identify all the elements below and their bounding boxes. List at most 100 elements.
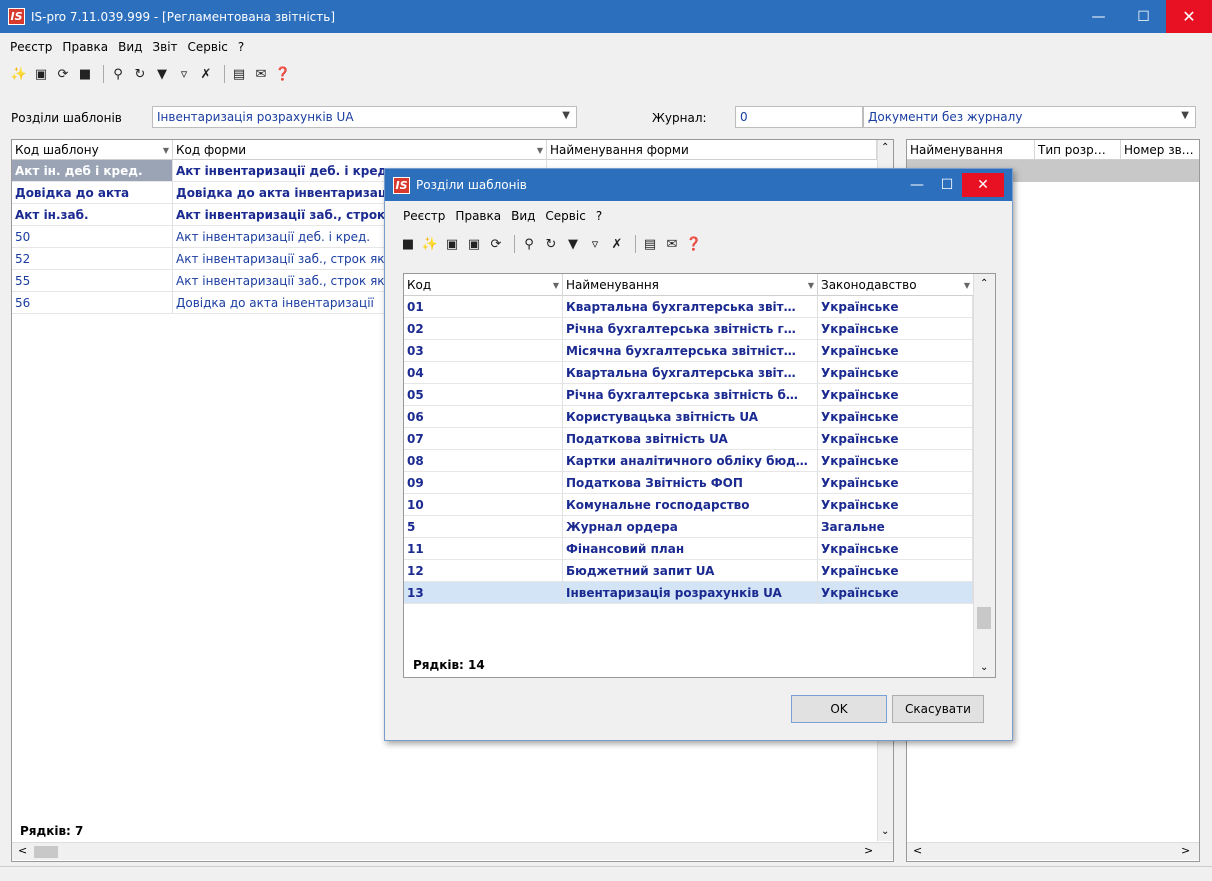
menu-view[interactable]: Вид — [118, 40, 142, 54]
col-form-name[interactable]: Найменування форми — [547, 140, 877, 160]
help-icon[interactable]: ❓ — [274, 65, 292, 83]
chevron-down-icon: ▼ — [1181, 110, 1189, 121]
templates-grid-header: Код шаблону ▼ Код форми ▼ Найменування фор… — [12, 140, 893, 160]
sections-combo[interactable]: Інвентаризація розрахунків UA ▼ — [152, 106, 577, 128]
menu-help[interactable]: ? — [238, 40, 244, 54]
dialog-maximize-button[interactable]: ☐ — [932, 173, 962, 197]
dialog-menu-help[interactable]: ? — [596, 209, 602, 223]
rows-count: Рядків: 7 — [20, 824, 84, 838]
scroll-thumb[interactable] — [34, 846, 58, 858]
sort-icon: ▼ — [162, 145, 169, 155]
dialog-menu-service[interactable]: Сервіс — [545, 209, 585, 223]
scroll-thumb[interactable] — [977, 607, 991, 629]
col-legislation[interactable]: Законодавство ▼ — [818, 274, 974, 296]
filter-icon[interactable]: ▼ — [153, 65, 171, 83]
table-row[interactable]: 01 Квартальна бухгалтерська звіт… Українсь… — [404, 296, 973, 318]
dialog-close-button[interactable]: ✕ — [962, 173, 1004, 197]
journal-code-field[interactable]: 0 — [735, 106, 863, 128]
status-bar — [0, 866, 1212, 881]
col-doc-name[interactable]: Найменування — [907, 140, 1035, 160]
col-template-code[interactable]: Код шаблону ▼ — [12, 140, 173, 160]
new-document-icon[interactable]: ✨ — [10, 65, 28, 83]
horizontal-scrollbar[interactable]: < > — [907, 842, 1199, 860]
dialog-menu-view[interactable]: Вид — [511, 209, 535, 223]
scroll-right-icon[interactable]: > — [1181, 844, 1190, 857]
dialog-menu-edit[interactable]: Правка — [455, 209, 501, 223]
col-calc-type[interactable]: Тип розр… — [1035, 140, 1121, 160]
table-row[interactable]: 06 Користувацька звітність UA Українське — [404, 406, 973, 428]
main-menubar: Реєстр Правка Вид Звіт Сервіс ? — [0, 37, 254, 57]
app-logo-icon: IS — [393, 176, 410, 194]
mail-icon[interactable]: ✉ — [663, 235, 681, 253]
refresh-icon[interactable]: ⟳ — [54, 65, 72, 83]
edit-icon[interactable]: ▣ — [443, 235, 461, 253]
window-icon[interactable]: ▤ — [641, 235, 659, 253]
col-report-number[interactable]: Номер зв… — [1121, 140, 1199, 160]
search-next-icon[interactable]: ↻ — [542, 235, 560, 253]
search-icon[interactable]: ⚲ — [109, 65, 127, 83]
scroll-right-icon[interactable]: > — [864, 844, 873, 857]
table-row[interactable]: 10 Комунальне господарство Українське — [404, 494, 973, 516]
window-title: IS-pro 7.11.039.999 - [Регламентована зв… — [31, 9, 336, 24]
filter-clear-icon[interactable]: ✗ — [608, 235, 626, 253]
dialog-menu-registry[interactable]: Реєстр — [403, 209, 445, 223]
table-row[interactable]: 12 Бюджетний запит UA Українське — [404, 560, 973, 582]
journal-combo-value: Документи без журналу — [868, 110, 1023, 124]
close-button[interactable]: ✕ — [1166, 0, 1212, 33]
sections-dialog: IS Розділи шаблонів — ☐ ✕ Реєстр Правка … — [384, 168, 1013, 741]
scroll-up-icon[interactable]: ⌃ — [881, 142, 889, 153]
table-row[interactable]: 13 Інвентаризація розрахунків UA Українськ… — [404, 582, 973, 604]
filter-add-icon[interactable]: ▿ — [175, 65, 193, 83]
horizontal-scrollbar[interactable]: < > — [12, 842, 893, 860]
table-row[interactable]: 04 Квартальна бухгалтерська звіт… Українсь… — [404, 362, 973, 384]
refresh-icon[interactable]: ⟳ — [487, 235, 505, 253]
scroll-up-icon[interactable]: ⌃ — [980, 278, 988, 289]
filter-add-icon[interactable]: ▿ — [586, 235, 604, 253]
scroll-left-icon[interactable]: < — [913, 844, 922, 857]
filter-icon[interactable]: ▼ — [564, 235, 582, 253]
mail-icon[interactable]: ✉ — [252, 65, 270, 83]
menu-report[interactable]: Звіт — [152, 40, 177, 54]
table-row[interactable]: 07 Податкова звітність UA Українське — [404, 428, 973, 450]
table-row[interactable]: 02 Річна бухгалтерська звітність г… Україн… — [404, 318, 973, 340]
journal-combo[interactable]: Документи без журналу ▼ — [863, 106, 1196, 128]
dialog-minimize-button[interactable]: — — [902, 173, 932, 197]
journal-code-value: 0 — [740, 110, 748, 124]
minimize-button[interactable]: — — [1076, 0, 1121, 33]
table-row[interactable]: 03 Місячна бухгалтерська звітніст… Українс… — [404, 340, 973, 362]
app-logo-icon: IS — [8, 8, 25, 25]
maximize-button[interactable]: ☐ — [1121, 0, 1166, 33]
table-row[interactable]: 5 Журнал ордера Загальне — [404, 516, 973, 538]
menu-registry[interactable]: Реєстр — [10, 40, 52, 54]
table-row[interactable]: 08 Картки аналітичного обліку бюд… Українс… — [404, 450, 973, 472]
sort-icon: ▼ — [552, 280, 559, 290]
table-row[interactable]: 05 Річна бухгалтерська звітність б… Україн… — [404, 384, 973, 406]
scroll-down-icon[interactable]: ⌄ — [881, 826, 889, 837]
scroll-left-icon[interactable]: < — [18, 844, 27, 857]
col-form-code[interactable]: Код форми ▼ — [173, 140, 547, 160]
window-titlebar: IS IS-pro 7.11.039.999 - [Регламентована… — [0, 0, 1212, 33]
table-row[interactable]: 11 Фінансовий план Українське — [404, 538, 973, 560]
main-toolbar: ✨ ▣ ⟳ ■ ⚲ ↻ ▼ ▿ ✗ ▤ ✉ ❓ — [10, 61, 296, 87]
vertical-scrollbar[interactable]: ⌃ ⌄ — [973, 274, 995, 677]
delete-icon[interactable]: ■ — [76, 65, 94, 83]
help-icon[interactable]: ❓ — [685, 235, 703, 253]
folder-icon[interactable]: ■ — [399, 235, 417, 253]
dialog-titlebar: IS Розділи шаблонів — ☐ ✕ — [385, 169, 1012, 201]
sections-grid[interactable]: Код ▼ Найменування ▼ Законодавство ▼ 01 Квар… — [403, 273, 996, 678]
new-document-icon[interactable]: ✨ — [421, 235, 439, 253]
filter-clear-icon[interactable]: ✗ — [197, 65, 215, 83]
ok-button[interactable]: OK — [791, 695, 887, 723]
table-row[interactable]: 09 Податкова Звітність ФОП Українське — [404, 472, 973, 494]
search-icon[interactable]: ⚲ — [520, 235, 538, 253]
copy-icon[interactable]: ▣ — [465, 235, 483, 253]
cancel-button[interactable]: Скасувати — [892, 695, 984, 723]
menu-edit[interactable]: Правка — [62, 40, 108, 54]
scroll-down-icon[interactable]: ⌄ — [980, 662, 988, 673]
col-name[interactable]: Найменування ▼ — [563, 274, 818, 296]
menu-service[interactable]: Сервіс — [188, 40, 228, 54]
search-next-icon[interactable]: ↻ — [131, 65, 149, 83]
col-code[interactable]: Код ▼ — [404, 274, 563, 296]
copy-icon[interactable]: ▣ — [32, 65, 50, 83]
window-icon[interactable]: ▤ — [230, 65, 248, 83]
